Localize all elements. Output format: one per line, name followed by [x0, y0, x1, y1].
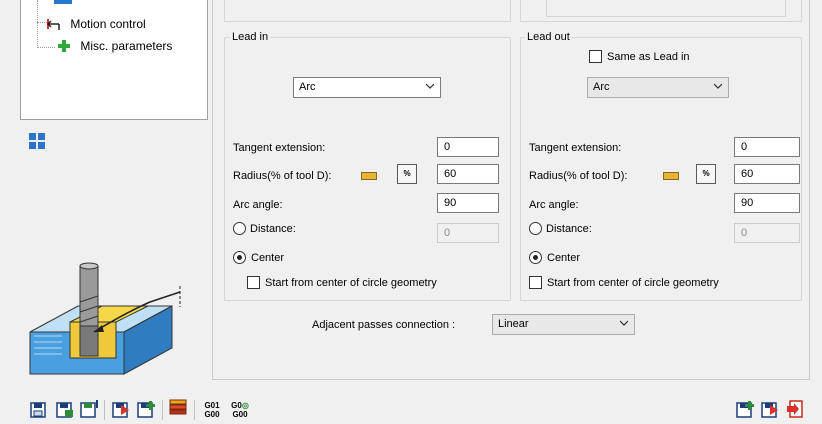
toolbar-separator [162, 400, 163, 420]
export-red-icon[interactable] [112, 400, 132, 418]
tree-item-label: Motion control [70, 17, 146, 31]
lead-out-start-center-checkbox[interactable] [529, 276, 542, 289]
save-icon[interactable] [30, 402, 46, 418]
top-group-partial [224, 0, 511, 22]
toolbar-separator [194, 400, 195, 420]
save-all-icon[interactable] [80, 400, 100, 418]
lead-out-title: Lead out [525, 31, 572, 43]
lead-out-distance-label: Distance: [546, 223, 592, 235]
ruler-icon[interactable] [663, 172, 679, 180]
percent-label: % [702, 169, 710, 178]
ruler-icon[interactable] [361, 172, 377, 180]
export-red-icon[interactable] [761, 400, 781, 418]
lead-in-radius-label: Radius(% of tool D): [233, 170, 332, 182]
lead-in-center-radio[interactable] [233, 251, 246, 264]
lead-in-radius-input[interactable]: 60 [437, 164, 499, 184]
exit-icon[interactable] [786, 400, 804, 418]
tree-item-motion-control[interactable]: Motion control [45, 16, 146, 32]
select-value: Linear [498, 318, 529, 330]
g01-g00-button[interactable]: G01 G00 [201, 401, 223, 419]
g00-label: G00 [204, 410, 220, 419]
lead-out-center-radio[interactable] [529, 251, 542, 264]
lead-in-start-center-checkbox[interactable] [247, 276, 260, 289]
lead-in-distance-radio[interactable] [233, 222, 246, 235]
tree-item-label: Misc. parameters [80, 39, 173, 53]
lead-out-start-center-label: Start from center of circle geometry [547, 277, 719, 289]
lead-out-distance-input[interactable]: 0 [734, 223, 800, 243]
green-plus-icon [57, 38, 71, 54]
lead-in-arc-angle-label: Arc angle: [233, 199, 283, 211]
g00-label: G00 [232, 410, 248, 419]
adjacent-passes-label: Adjacent passes connection : [312, 319, 456, 331]
lead-out-arc-angle-input[interactable]: 90 [734, 193, 800, 213]
percent-toggle-button[interactable]: % [696, 164, 716, 184]
top-field-partial [546, 0, 786, 17]
motion-control-icon [45, 16, 63, 32]
lead-out-type-select[interactable]: Arc [587, 77, 729, 98]
lead-in-tangent-extension-label: Tangent extension: [233, 142, 326, 154]
lead-in-title: Lead in [230, 31, 271, 43]
operation-tree: Motion control Misc. parameters [20, 0, 208, 120]
add-green-icon[interactable] [137, 400, 157, 418]
lead-out-arc-angle-label: Arc angle: [529, 199, 579, 211]
stock-layers-icon[interactable] [168, 398, 188, 418]
same-as-lead-in-label: Same as Lead in [607, 51, 690, 63]
lead-out-distance-radio[interactable] [529, 222, 542, 235]
add-green-icon[interactable] [736, 400, 756, 418]
percent-toggle-button[interactable]: % [397, 164, 417, 184]
chevron-down-icon [620, 320, 628, 326]
tree-line [37, 0, 38, 48]
select-value: Arc [593, 81, 610, 93]
lead-in-distance-input[interactable]: 0 [437, 223, 499, 243]
tree-line [37, 47, 55, 48]
lead-in-tangent-extension-input[interactable]: 0 [437, 137, 499, 157]
lead-in-type-select[interactable]: Arc [293, 77, 441, 98]
lead-out-tangent-extension-input[interactable]: 0 [734, 137, 800, 157]
grid-view-icon[interactable] [28, 132, 46, 150]
lead-out-radius-label: Radius(% of tool D): [529, 170, 628, 182]
lead-in-center-label: Center [251, 252, 285, 264]
lead-out-tangent-extension-label: Tangent extension: [529, 142, 622, 154]
tree-item-misc-parameters[interactable]: Misc. parameters [57, 38, 172, 54]
g0-g00-button[interactable]: G0◎ G00 [228, 401, 252, 419]
adjacent-passes-select[interactable]: Linear [492, 314, 635, 335]
toolbar-separator [104, 400, 105, 420]
g01-label: G01 [204, 401, 220, 410]
same-as-lead-in-checkbox[interactable] [589, 50, 602, 63]
select-value: Arc [299, 81, 316, 93]
lead-out-center-label: Center [547, 252, 581, 264]
lead-in-start-center-label: Start from center of circle geometry [265, 277, 437, 289]
lead-in-distance-label: Distance: [250, 223, 296, 235]
save-as-icon[interactable] [56, 402, 73, 418]
lead-in-illustration [22, 262, 212, 387]
chevron-down-icon [426, 83, 434, 89]
lead-in-arc-angle-input[interactable]: 90 [437, 193, 499, 213]
percent-label: % [403, 169, 411, 178]
lead-out-radius-input[interactable]: 60 [734, 164, 800, 184]
tree-item-icon-partial [54, 0, 72, 4]
chevron-down-icon [714, 83, 722, 89]
g0-label: G0◎ [231, 401, 249, 410]
